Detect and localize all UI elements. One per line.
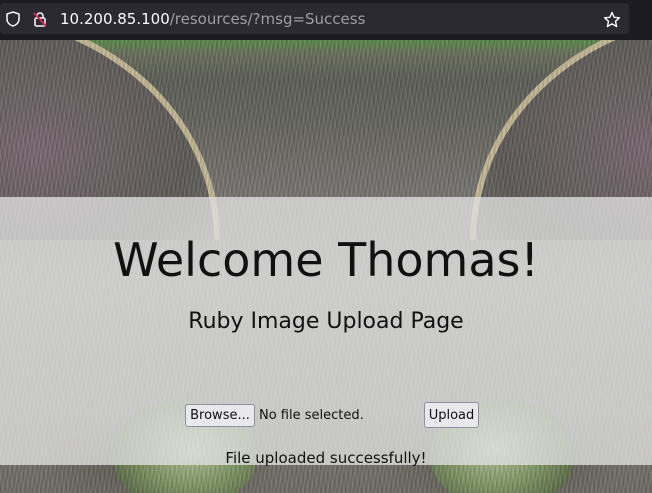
page-background: Welcome Thomas! Ruby Image Upload Page B… [0, 40, 652, 493]
lock-warning-icon[interactable] [33, 11, 47, 27]
star-icon[interactable] [603, 11, 621, 29]
page-subtitle: Ruby Image Upload Page [188, 309, 464, 334]
url-text[interactable]: 10.200.85.100/resources/?msg=Success [60, 10, 365, 28]
address-bar[interactable]: 10.200.85.100/resources/?msg=Success [0, 3, 629, 34]
browse-button[interactable]: Browse... [185, 404, 255, 427]
url-path: /resources/?msg=Success [169, 10, 366, 28]
file-status: No file selected. [259, 408, 364, 423]
upload-button[interactable]: Upload [424, 402, 479, 428]
success-message: File uploaded successfully! [225, 449, 427, 467]
shield-icon[interactable] [6, 11, 20, 27]
upload-panel: Welcome Thomas! Ruby Image Upload Page B… [0, 197, 652, 467]
page-title: Welcome Thomas! [113, 233, 539, 287]
browser-toolbar: 10.200.85.100/resources/?msg=Success [0, 0, 652, 40]
url-host: 10.200.85.100 [60, 10, 170, 28]
